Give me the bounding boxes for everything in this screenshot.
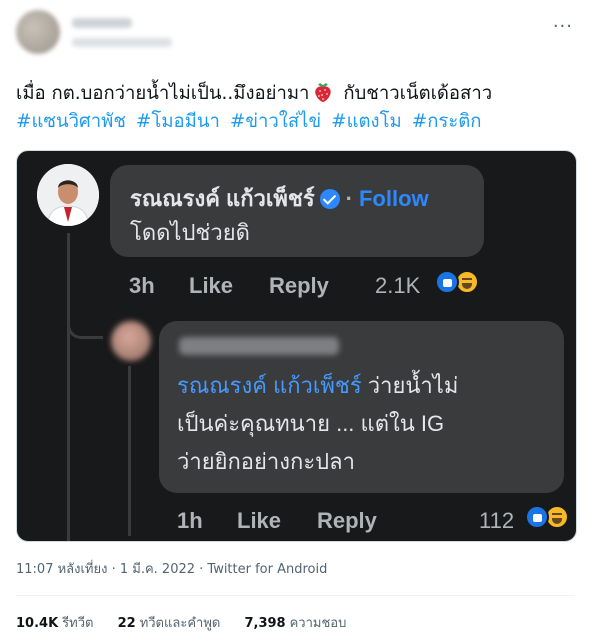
author-handle-redacted (72, 38, 172, 47)
hashtag-link[interactable]: #โมอมีนา (136, 111, 220, 132)
retweet-stat[interactable]: 10.4K รีทวีต (16, 616, 93, 631)
more-options-icon[interactable]: ··· (553, 18, 573, 36)
hashtag-link[interactable]: #กระติก (412, 111, 482, 132)
comment-1-actions: 3h Like Reply (129, 273, 359, 299)
like-count: 7,398 (244, 616, 286, 631)
hashtag-link[interactable]: #แตงโม (331, 111, 402, 132)
quote-count: 22 (117, 616, 136, 631)
commenter-avatar (37, 164, 99, 226)
attached-image[interactable]: รณณรงค์ แก้วเพ็ชร์ · Follow โดดไปช่วยดิ 3h… (16, 150, 577, 542)
tweet-text-part-1: เมื่อ กต.บอกว่ายน้ำไม่เป็น..มึงอย่ามา (16, 83, 310, 104)
retweet-count: 10.4K (16, 616, 59, 631)
commenter-name[interactable]: รณณรงค์ แก้วเพ็ชร์ (130, 186, 315, 211)
hashtag-link[interactable]: #แซนวิศาพัช (16, 111, 126, 132)
reply-avatar-redacted (111, 321, 151, 361)
quote-label: ทวีตและคำพูด (139, 616, 221, 631)
comment-2-line-2: เป็นค่ะคุณทนาย ... แต่ใน IG (177, 411, 445, 436)
retweet-label: รีทวีต (62, 616, 94, 631)
tweet-text-part-2: กับชาวเน็ตเด้อสาว (343, 83, 493, 104)
tweet-card: ··· เมื่อ กต.บอกว่ายน้ำไม่เป็น..มึงอย่าม… (0, 0, 591, 642)
verified-badge-icon (319, 189, 340, 209)
tweet-timestamp[interactable]: 11:07 หลังเที่ยง · 1 มี.ค. 2022 · Twitte… (16, 558, 327, 579)
thread-connector (67, 311, 103, 339)
comment-2-text-a: ว่ายน้ำไม่ (361, 373, 459, 398)
comment-1-like-button[interactable]: Like (189, 273, 233, 299)
hashtag-link[interactable]: #ข่าวใส่ไข่ (230, 111, 321, 132)
tweet-text-line-1: เมื่อ กต.บอกว่ายน้ำไม่เป็น..มึงอย่ามา กั… (16, 80, 581, 108)
author-avatar[interactable] (16, 10, 60, 54)
like-label: ความชอบ (289, 616, 347, 631)
thread-line (67, 233, 70, 541)
comment-2-line-3: ว่ายยิกอย่างกะปลา (177, 449, 355, 474)
author-name-redacted[interactable] (72, 18, 132, 28)
reply-name-redacted (179, 337, 339, 355)
comment-2-reactions[interactable] (525, 505, 573, 531)
strawberry-icon (315, 83, 332, 102)
person-photo-icon (37, 164, 99, 226)
comment-1-text: โดดไปช่วยดิ (130, 220, 250, 245)
comment-2-actions: 1h Like Reply (177, 508, 407, 534)
like-reaction-icon (525, 505, 549, 529)
like-reaction-icon (435, 270, 459, 294)
tweet-stats: 10.4K รีทวีต 22 ทวีตและคำพูด 7,398 ความชอบ (16, 612, 366, 633)
tweet-text: เมื่อ กต.บอกว่ายน้ำไม่เป็น..มึงอย่ามา กั… (16, 80, 581, 136)
reply-thread-line (128, 366, 131, 536)
mention-link[interactable]: รณณรงค์ แก้วเพ็ชร์ (177, 373, 362, 398)
comment-1-reactions[interactable] (435, 270, 483, 296)
comment-2-like-button[interactable]: Like (237, 508, 281, 534)
divider (16, 595, 575, 596)
like-stat[interactable]: 7,398 ความชอบ (244, 616, 346, 631)
comment-2-time: 1h (177, 508, 203, 533)
comment-1-reaction-count[interactable]: 2.1K (375, 273, 420, 299)
quote-stat[interactable]: 22 ทวีตและคำพูด (118, 616, 221, 631)
follow-button[interactable]: Follow (359, 186, 429, 211)
hashtag-list: #แซนวิศาพัช #โมอมีนา #ข่าวใส่ไข่ #แตงโม #กระ… (16, 108, 581, 136)
comment-2-reply-button[interactable]: Reply (317, 508, 377, 534)
commenter-name-line: รณณรงค์ แก้วเพ็ชร์ · Follow (130, 181, 429, 216)
comment-bubble-2: รณณรงค์ แก้วเพ็ชร์ ว่ายน้ำไม่ เป็นค่ะคุณ… (159, 321, 564, 493)
comment-2-text: รณณรงค์ แก้วเพ็ชร์ ว่ายน้ำไม่ เป็นค่ะคุณ… (177, 367, 557, 481)
comment-1-time: 3h (129, 273, 155, 298)
name-separator: · (345, 186, 353, 211)
comment-1-reply-button[interactable]: Reply (269, 273, 329, 299)
comment-2-line-1: รณณรงค์ แก้วเพ็ชร์ ว่ายน้ำไม่ (177, 367, 557, 405)
comment-bubble-1: รณณรงค์ แก้วเพ็ชร์ · Follow โดดไปช่วยดิ (110, 165, 484, 257)
comment-2-reaction-count[interactable]: 112 (479, 508, 514, 534)
